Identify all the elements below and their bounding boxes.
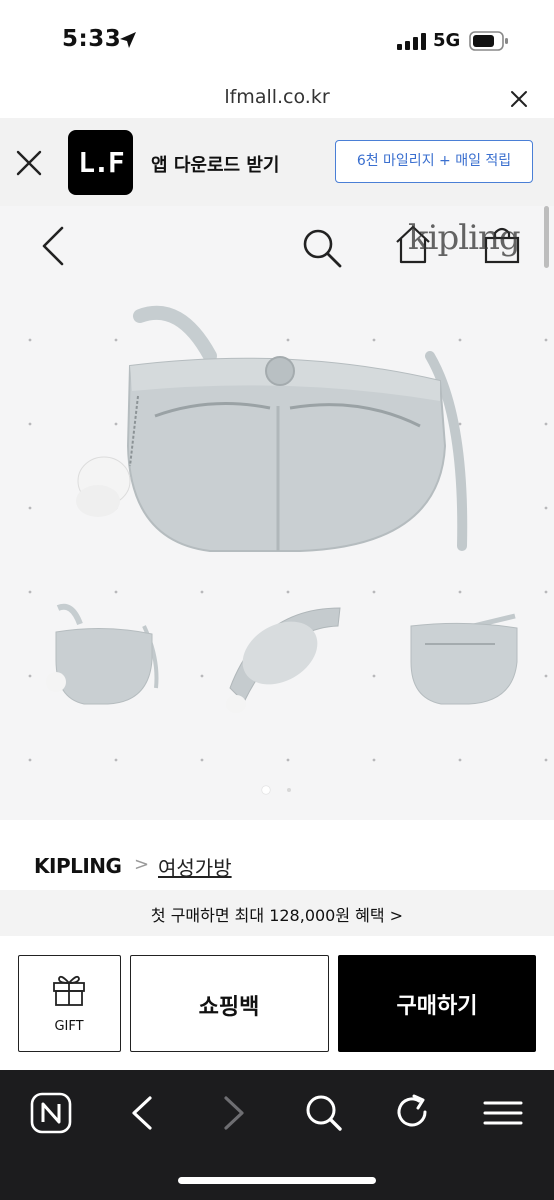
shopping-bag-button[interactable]: 쇼핑백: [130, 955, 329, 1052]
product-thumbnail[interactable]: [405, 606, 525, 716]
browser-toolbar: [0, 1070, 554, 1200]
naver-icon[interactable]: [30, 1092, 72, 1134]
search-icon[interactable]: [302, 228, 342, 268]
purchase-action-bar: GIFT 쇼핑백 구매하기: [0, 936, 554, 1070]
gift-label: GIFT: [54, 1019, 84, 1034]
buy-now-button[interactable]: 구매하기: [338, 955, 536, 1052]
product-thumbnail[interactable]: [220, 598, 350, 718]
status-time: 5:33: [62, 26, 122, 52]
url-bar[interactable]: lfmall.co.kr: [0, 82, 554, 118]
gift-icon: [53, 975, 85, 1006]
back-icon[interactable]: [128, 1092, 156, 1134]
back-arrow-icon[interactable]: [40, 226, 66, 266]
scrollbar[interactable]: [544, 206, 549, 268]
app-logo[interactable]: L.F: [68, 130, 133, 195]
product-thumbnail[interactable]: [44, 598, 164, 718]
location-arrow-icon: [120, 32, 136, 48]
home-indicator[interactable]: [178, 1177, 376, 1184]
pager-dot[interactable]: [287, 788, 291, 792]
product-hero[interactable]: kipling: [0, 206, 554, 820]
breadcrumb-brand[interactable]: KIPLING: [34, 854, 122, 878]
close-icon[interactable]: [509, 89, 529, 109]
app-logo-text: L.F: [78, 146, 125, 179]
breadcrumb-category[interactable]: 여성가방: [158, 852, 232, 881]
product-main-image: [76, 305, 468, 552]
status-bar: 5:33 5G: [0, 0, 554, 82]
banner-close-icon[interactable]: [16, 150, 42, 176]
pager-dot-active[interactable]: [262, 786, 270, 794]
battery-icon: [469, 31, 508, 51]
shopping-bag-label: 쇼핑백: [198, 995, 260, 1020]
mileage-cta-button[interactable]: 6천 마일리지 + 매일 적립: [335, 140, 533, 183]
network-type: 5G: [433, 30, 461, 51]
buy-now-label: 구매하기: [396, 994, 478, 1019]
breadcrumb-separator: >: [134, 854, 150, 875]
kipling-brand-logo: kipling: [408, 218, 521, 258]
forward-icon[interactable]: [220, 1092, 248, 1134]
app-download-banner: L.F 앱 다운로드 받기 6천 마일리지 + 매일 적립: [0, 118, 554, 206]
signal-icon: [397, 33, 426, 50]
gift-button[interactable]: GIFT: [18, 955, 121, 1052]
first-purchase-promo[interactable]: 첫 구매하면 최대 128,000원 혜택 >: [0, 890, 554, 936]
promo-text[interactable]: 첫 구매하면 최대 128,000원 혜택 >: [0, 902, 554, 926]
breadcrumb: KIPLING > 여성가방: [0, 840, 554, 888]
url-domain[interactable]: lfmall.co.kr: [0, 86, 554, 108]
refresh-icon[interactable]: [393, 1092, 433, 1134]
banner-title[interactable]: 앱 다운로드 받기: [151, 151, 279, 177]
menu-icon[interactable]: [482, 1092, 524, 1134]
search-icon[interactable]: [303, 1092, 343, 1134]
